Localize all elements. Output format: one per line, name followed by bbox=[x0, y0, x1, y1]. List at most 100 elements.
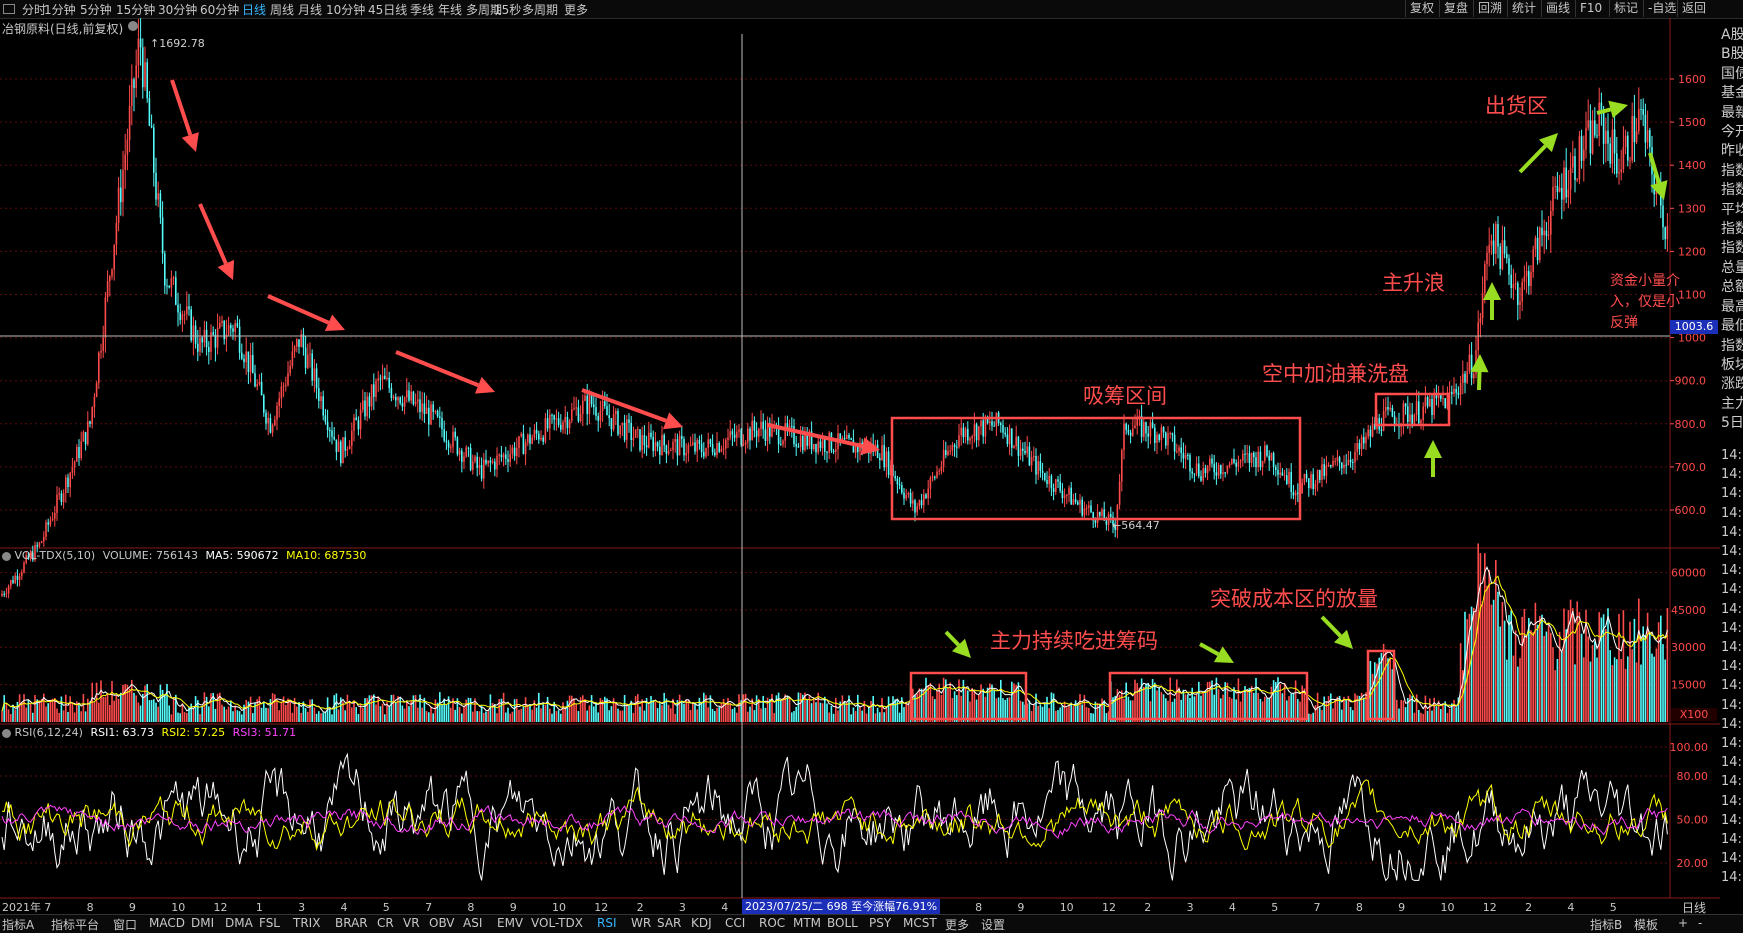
menu-icon[interactable] bbox=[3, 4, 15, 14]
toolbar-button-8[interactable]: 返回 bbox=[1677, 0, 1710, 17]
period-tab-6[interactable]: 日线 bbox=[242, 1, 266, 18]
indicator-tab-25[interactable]: 更多 bbox=[945, 916, 969, 933]
volume-bar bbox=[824, 696, 826, 722]
collapse-icon[interactable] bbox=[2, 551, 11, 561]
settings-icon[interactable] bbox=[128, 21, 138, 31]
candle-body bbox=[615, 411, 617, 414]
volume-bar bbox=[1541, 614, 1543, 722]
candle-body bbox=[744, 442, 747, 445]
candle-body bbox=[707, 439, 709, 448]
candle-body bbox=[595, 407, 597, 417]
candle-body bbox=[709, 439, 712, 444]
period-tab-1[interactable]: 1分钟 bbox=[44, 1, 76, 18]
indicator-tab-14[interactable]: VOL-TDX bbox=[531, 916, 583, 930]
indicator-tab-21[interactable]: MTM bbox=[793, 916, 821, 930]
period-tab-12[interactable]: 年线 bbox=[438, 1, 462, 18]
toolbar-button-0[interactable]: 复权 bbox=[1405, 0, 1438, 17]
candle-body bbox=[533, 429, 536, 438]
indicator-tab-10[interactable]: VR bbox=[403, 916, 420, 930]
volume-bar bbox=[111, 681, 113, 722]
indicator-tab-7[interactable]: TRIX bbox=[293, 916, 320, 930]
period-tab-3[interactable]: 15分钟 bbox=[116, 1, 155, 18]
candle-body bbox=[520, 433, 522, 437]
period-tab-0[interactable]: 分时 bbox=[22, 1, 46, 18]
toolbar-button-6[interactable]: 标记 bbox=[1609, 0, 1642, 17]
indicator-tab-26[interactable]: 设置 bbox=[981, 916, 1005, 933]
indicator-tab-6[interactable]: FSL bbox=[259, 916, 280, 930]
volume-bar bbox=[522, 706, 525, 722]
indicator-tab-18[interactable]: KDJ bbox=[691, 916, 712, 930]
indicator-tab-17[interactable]: SAR bbox=[657, 916, 681, 930]
bottom-right-tab-1[interactable]: 模板 bbox=[1634, 916, 1658, 933]
volume-bar bbox=[1233, 687, 1235, 722]
toolbar-button-3[interactable]: 统计 bbox=[1507, 0, 1540, 17]
indicator-tab-20[interactable]: ROC bbox=[759, 916, 785, 930]
toolbar-button-5[interactable]: F10 bbox=[1575, 0, 1606, 17]
bottom-right-tab-2[interactable]: + bbox=[1678, 916, 1688, 930]
indicator-tab-15[interactable]: RSI bbox=[597, 916, 617, 930]
indicator-tab-19[interactable]: CCI bbox=[725, 916, 745, 930]
toolbar-button-2[interactable]: 回溯 bbox=[1473, 0, 1506, 17]
toolbar-button-4[interactable]: 画线 bbox=[1541, 0, 1574, 17]
volume-bar bbox=[507, 707, 509, 722]
candle-body bbox=[962, 427, 965, 438]
toolbar-button-7[interactable]: -自选 bbox=[1643, 0, 1680, 17]
volume-bar bbox=[509, 713, 511, 722]
period-tab-9[interactable]: 10分钟 bbox=[326, 1, 365, 18]
indicator-tab-4[interactable]: DMI bbox=[191, 916, 214, 930]
indicator-tab-13[interactable]: EMV bbox=[497, 916, 523, 930]
chart-area[interactable]: 1600150014001300120011001000900.0800.070… bbox=[0, 18, 1743, 932]
volume-bar bbox=[252, 713, 254, 722]
candle-body bbox=[1499, 246, 1501, 269]
indicator-tab-23[interactable]: PSY bbox=[869, 916, 891, 930]
candle-body bbox=[894, 476, 896, 479]
volume-bar bbox=[535, 707, 538, 722]
indicator-tab-2[interactable]: 窗口 bbox=[113, 916, 137, 933]
volume-bar bbox=[469, 698, 472, 722]
period-tab-8[interactable]: 月线 bbox=[298, 1, 322, 18]
collapse-icon[interactable] bbox=[2, 728, 11, 738]
green-arrow-head bbox=[1424, 440, 1442, 458]
candle-body bbox=[1072, 499, 1075, 505]
indicator-tab-12[interactable]: ASI bbox=[463, 916, 482, 930]
candle-body bbox=[995, 412, 998, 427]
indicator-tab-1[interactable]: 指标平台 bbox=[51, 916, 99, 933]
period-tab-10[interactable]: 45日线 bbox=[368, 1, 407, 18]
candle-body bbox=[76, 446, 78, 462]
volume-bar bbox=[619, 710, 621, 722]
period-tab-5[interactable]: 60分钟 bbox=[200, 1, 239, 18]
indicator-tab-8[interactable]: BRAR bbox=[335, 916, 368, 930]
volume-bar bbox=[225, 709, 228, 722]
indicator-tab-24[interactable]: MCST bbox=[903, 916, 937, 930]
period-tab-4[interactable]: 30分钟 bbox=[158, 1, 197, 18]
indicator-tab-5[interactable]: DMA bbox=[225, 916, 253, 930]
candle-body bbox=[252, 355, 254, 374]
period-tab-15[interactable]: 多周期 bbox=[522, 1, 558, 18]
candle-body bbox=[260, 382, 263, 396]
indicator-tab-0[interactable]: 指标A bbox=[2, 916, 34, 933]
toolbar-button-1[interactable]: 复盘 bbox=[1439, 0, 1472, 17]
candle-body bbox=[1662, 205, 1664, 228]
period-tab-11[interactable]: 季线 bbox=[410, 1, 434, 18]
candle-body bbox=[40, 541, 43, 543]
bottom-right-tab-0[interactable]: 指标B bbox=[1590, 916, 1622, 933]
indicator-tab-22[interactable]: BOLL bbox=[827, 916, 858, 930]
indicator-tab-9[interactable]: CR bbox=[377, 916, 394, 930]
candle-body bbox=[456, 437, 459, 455]
indicator-tab-3[interactable]: MACD bbox=[149, 916, 185, 930]
candle-body bbox=[1118, 481, 1121, 506]
period-tab-14[interactable]: 15秒 bbox=[494, 1, 521, 18]
indicator-tab-16[interactable]: WR bbox=[631, 916, 651, 930]
bottom-right-tab-3[interactable]: - bbox=[1698, 916, 1702, 930]
period-tab-2[interactable]: 5分钟 bbox=[80, 1, 112, 18]
volume-bar bbox=[34, 695, 36, 722]
period-tab-7[interactable]: 周线 bbox=[270, 1, 294, 18]
indicator-tab-11[interactable]: OBV bbox=[429, 916, 455, 930]
volume-bar bbox=[729, 703, 731, 722]
candle-body bbox=[1231, 458, 1233, 464]
period-tab-16[interactable]: 更多 bbox=[564, 1, 588, 18]
volume-bar bbox=[432, 713, 434, 722]
volume-bar bbox=[1649, 632, 1651, 722]
candle-body bbox=[1343, 464, 1345, 469]
time-axis-label: 10 bbox=[171, 901, 185, 914]
